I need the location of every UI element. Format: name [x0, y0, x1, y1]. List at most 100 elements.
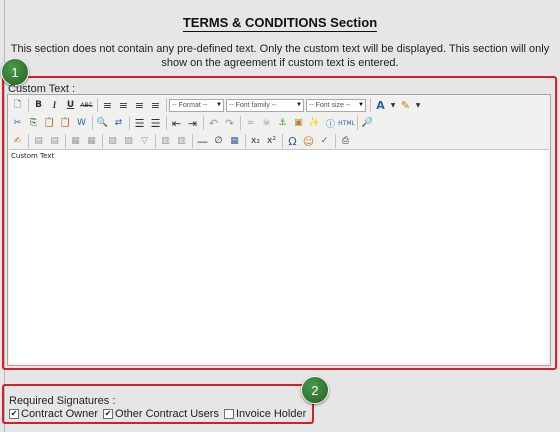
chevron-down-icon: ▼ — [358, 102, 364, 108]
paste-icon[interactable]: 📋 — [42, 116, 57, 131]
paste-word-icon[interactable]: W — [74, 116, 89, 131]
font-color-icon[interactable]: A — [373, 98, 388, 113]
toolbar-separator — [129, 116, 130, 130]
contract-owner-checkbox[interactable]: ✔ — [9, 409, 19, 419]
new-document-icon[interactable]: 🗋 — [10, 98, 25, 113]
toolbar-separator — [357, 116, 358, 130]
remove-format-icon[interactable]: ∅ — [211, 134, 226, 149]
insert-row-after-icon[interactable]: ▤ — [47, 134, 62, 149]
custom-text-editor-area[interactable]: Custom Text — [9, 149, 549, 363]
subscript-icon[interactable]: x₂ — [248, 134, 263, 149]
toolbar-separator — [192, 134, 193, 148]
other-contract-users-label: Other Contract Users — [115, 408, 219, 420]
undo-icon[interactable]: ↶ — [206, 116, 221, 131]
visual-aid-icon[interactable]: ▦ — [227, 134, 242, 149]
redo-icon[interactable]: ↷ — [222, 116, 237, 131]
strikethrough-icon[interactable]: ABC — [79, 98, 94, 113]
required-signatures-label: Required Signatures : — [9, 395, 116, 407]
superscript-icon[interactable]: x² — [264, 134, 279, 149]
edit-css-icon[interactable]: ✍ — [10, 134, 25, 149]
toolbar-separator — [28, 134, 29, 148]
indent-icon[interactable]: ⇥ — [185, 116, 200, 131]
toolbar-row-2: ✂ ⎘ 📋 📋 W 🔍 ⇄ ☰ ☰ ⇤ ⇥ ↶ ↷ ∞ ☠ ⚓ ▣ ✨ ⓘ HT… — [10, 115, 376, 131]
image-icon[interactable]: ▣ — [291, 116, 306, 131]
chevron-down-icon[interactable]: ▼ — [389, 98, 397, 113]
font-family-select-value: -- Font family -- — [229, 101, 277, 109]
format-select-value: -- Format -- — [172, 101, 208, 109]
help-icon[interactable]: ⓘ — [323, 116, 338, 131]
link-icon[interactable]: ∞ — [243, 116, 258, 131]
bold-icon[interactable]: B — [31, 98, 46, 113]
underline-icon[interactable]: U — [63, 98, 78, 113]
horizontal-rule-icon[interactable]: — — [195, 134, 210, 149]
chevron-down-icon: ▼ — [296, 102, 302, 108]
toolbar-separator — [102, 134, 103, 148]
anchor-icon[interactable]: ⚓ — [275, 116, 290, 131]
emoticon-icon[interactable]: ☺ — [301, 134, 316, 149]
outdent-icon[interactable]: ⇤ — [169, 116, 184, 131]
cell-props-icon[interactable]: ▦ — [84, 134, 99, 149]
print-icon[interactable]: ⎙ — [338, 134, 353, 149]
format-select[interactable]: -- Format -- ▼ — [169, 98, 224, 112]
toolbar-separator — [335, 134, 336, 148]
highlight-color-icon[interactable]: ✎ — [398, 98, 413, 113]
merge-cells-icon[interactable]: ▽ — [137, 134, 152, 149]
font-size-select[interactable]: -- Font size -- ▼ — [306, 98, 366, 112]
align-left-icon[interactable]: ≡ — [100, 98, 115, 113]
toolbar-separator — [240, 116, 241, 130]
align-center-icon[interactable]: ≡ — [116, 98, 131, 113]
paste-text-icon[interactable]: 📋 — [58, 116, 73, 131]
align-right-icon[interactable]: ≡ — [132, 98, 147, 113]
cleanup-icon[interactable]: ✨ — [307, 116, 322, 131]
toolbar-separator — [245, 134, 246, 148]
toolbar-separator — [97, 98, 98, 112]
contract-owner-option[interactable]: ✔ Contract Owner — [9, 408, 98, 420]
numbered-list-icon[interactable]: ☰ — [148, 116, 163, 131]
required-signatures-options: ✔ Contract Owner ✔ Other Contract Users … — [9, 408, 311, 420]
toolbar-separator — [92, 116, 93, 130]
column-props-icon[interactable]: ▥ — [158, 134, 173, 149]
split-cells-icon[interactable]: ▨ — [121, 134, 136, 149]
cut-icon[interactable]: ✂ — [10, 116, 25, 131]
html-source-icon[interactable]: HTML — [338, 116, 355, 131]
italic-icon[interactable]: I — [47, 98, 62, 113]
contract-owner-label: Contract Owner — [21, 408, 99, 420]
toolbar-separator — [203, 116, 204, 130]
font-family-select[interactable]: -- Font family -- ▼ — [226, 98, 304, 112]
unlink-icon[interactable]: ☠ — [259, 116, 274, 131]
special-char-icon[interactable]: Ω — [285, 134, 300, 149]
row-props-icon[interactable]: ▧ — [105, 134, 120, 149]
other-contract-users-checkbox[interactable]: ✔ — [103, 409, 114, 419]
copy-icon[interactable]: ⎘ — [26, 116, 41, 131]
chevron-down-icon[interactable]: ▼ — [414, 98, 422, 113]
spellcheck-icon[interactable]: ✓ — [317, 134, 332, 149]
align-justify-icon[interactable]: ≡ — [148, 98, 163, 113]
bullet-list-icon[interactable]: ☰ — [132, 116, 147, 131]
chevron-down-icon: ▼ — [216, 102, 222, 108]
table-delete-icon[interactable]: ▥ — [174, 134, 189, 149]
toolbar-separator — [166, 98, 167, 112]
invoice-holder-checkbox[interactable] — [223, 409, 234, 419]
custom-text-content: Custom Text — [11, 152, 55, 160]
preview-icon[interactable]: 🔎 — [360, 116, 375, 131]
invoice-holder-option[interactable]: Invoice Holder — [223, 408, 307, 420]
page-title: TERMS & CONDITIONS Section — [182, 15, 378, 32]
toolbar-separator — [370, 98, 371, 112]
callout-1-badge: 1 — [1, 58, 29, 86]
toolbar-separator — [166, 116, 167, 130]
invoice-holder-label: Invoice Holder — [235, 408, 307, 420]
insert-row-before-icon[interactable]: ▤ — [31, 134, 46, 149]
toolbar-row-1: 🗋 B I U ABC ≡ ≡ ≡ ≡ -- Format -- ▼ -- Fo… — [10, 97, 423, 113]
font-size-select-value: -- Font size -- — [309, 101, 351, 109]
callout-2-badge: 2 — [301, 376, 329, 404]
section-description: This section does not contain any pre-de… — [10, 43, 550, 69]
replace-icon[interactable]: ⇄ — [111, 116, 126, 131]
toolbar-row-3: ✍ ▤ ▤ ▦ ▦ ▧ ▨ ▽ ▥ ▥ — ∅ ▦ x₂ x² Ω ☺ ✓ ⎙ — [10, 133, 354, 149]
toolbar-separator — [65, 134, 66, 148]
toolbar-separator — [155, 134, 156, 148]
toolbar-separator — [28, 98, 29, 112]
other-contract-users-option[interactable]: ✔ Other Contract Users — [103, 408, 219, 420]
rich-text-editor: 🗋 B I U ABC ≡ ≡ ≡ ≡ -- Format -- ▼ -- Fo… — [7, 94, 551, 366]
find-icon[interactable]: 🔍 — [95, 116, 110, 131]
table-icon[interactable]: ▦ — [68, 134, 83, 149]
